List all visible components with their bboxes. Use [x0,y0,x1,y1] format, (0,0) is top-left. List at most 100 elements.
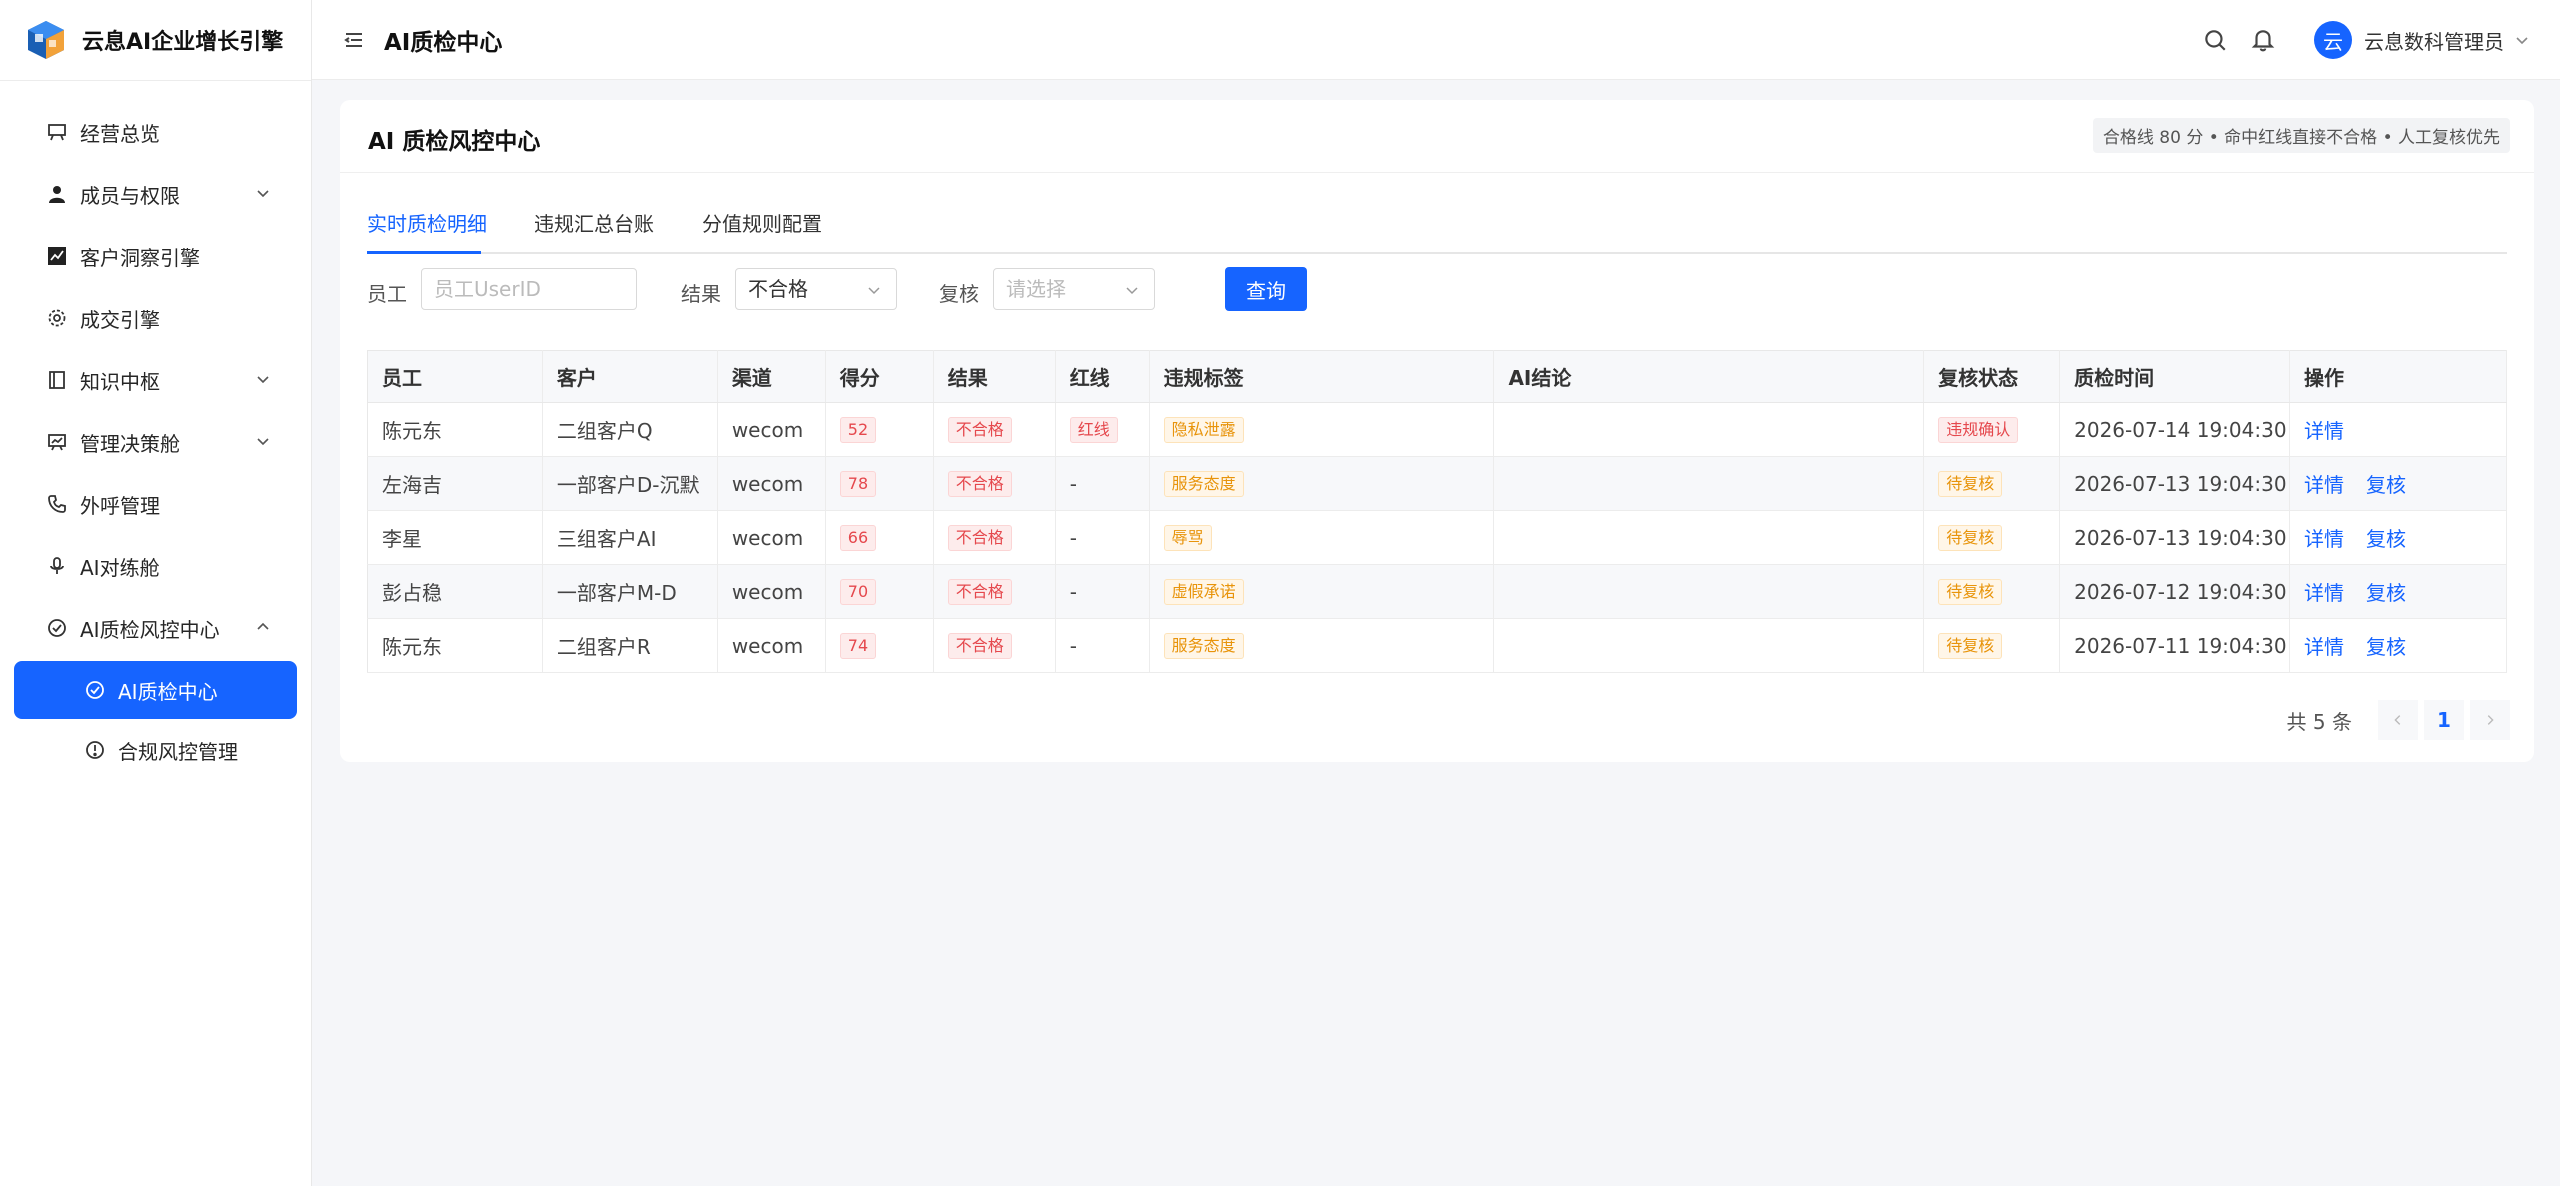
microphone-icon [46,555,68,577]
gear-icon [46,307,68,329]
header-actions: 云 云息数科管理员 [2180,0,2530,80]
cell-customer: 三组客户AI [542,510,718,565]
cell-result: 不合格 [933,564,1056,619]
detail-link[interactable]: 详情 [2304,419,2344,443]
cell-score: 74 [825,618,934,673]
detail-link[interactable]: 详情 [2304,635,2344,659]
cell-violation-tag: 服务态度 [1149,618,1495,673]
tab-violation-ledger[interactable]: 违规汇总台账 [534,208,654,237]
tab-score-rules[interactable]: 分值规则配置 [702,208,822,237]
column-header: 操作 [2289,350,2507,403]
cell-ai-conclusion [1493,402,1925,457]
cell-score: 78 [825,456,934,511]
review-select[interactable]: 请选择 [993,268,1155,310]
page-title: AI质检中心 [384,29,503,56]
column-header: 客户 [542,350,718,403]
sidebar-item-deal-engine[interactable]: 成交引擎 [0,287,311,349]
detail-link[interactable]: 详情 [2304,527,2344,551]
cell-score: 52 [825,402,934,457]
result-badge: 不合格 [947,633,1012,659]
column-header: 红线 [1055,350,1150,403]
chevron-down-icon [257,438,269,446]
chevron-down-icon [257,376,269,384]
user-name[interactable]: 云息数科管理员 [2364,26,2504,55]
table-header-row: 员工 客户 渠道 得分 结果 红线 违规标签 AI结论 复核状态 质检时间 操作 [367,350,2507,403]
review-link[interactable]: 复核 [2366,527,2406,551]
sidebar-item-overview[interactable]: 经营总览 [0,101,311,163]
trend-chart-icon [46,245,68,267]
chevron-down-icon [868,287,880,295]
cell-employee: 左海吉 [367,456,543,511]
chevron-down-icon [257,190,269,198]
next-page-button[interactable] [2470,700,2510,740]
page-number[interactable]: 1 [2424,700,2464,740]
tab-realtime-detail[interactable]: 实时质检明细 [367,208,487,237]
chevron-down-icon[interactable] [2514,32,2530,48]
detail-link[interactable]: 详情 [2304,473,2344,497]
query-button[interactable]: 查询 [1225,267,1307,311]
sidebar-item-outbound[interactable]: 外呼管理 [0,473,311,535]
result-badge: 不合格 [947,471,1012,497]
column-header: 结果 [933,350,1056,403]
column-header: 质检时间 [2059,350,2291,403]
sidebar-item-customer-insight[interactable]: 客户洞察引擎 [0,225,311,287]
search-icon[interactable] [2202,27,2228,53]
cell-channel: wecom [717,564,826,619]
sidebar-item-ai-practice[interactable]: AI对练舱 [0,535,311,597]
review-status-badge: 待复核 [1938,633,2003,659]
rule-note: 合格线 80 分 • 命中红线直接不合格 • 人工复核优先 [2092,118,2510,153]
sidebar: 云息AI企业增长引擎 经营总览 成员与权限 客户洞察引擎 成交引擎 知识中枢 管… [0,0,312,1186]
cell-review-status: 待复核 [1923,564,2061,619]
review-link[interactable]: 复核 [2366,581,2406,605]
sidebar-subitem-compliance[interactable]: 合规风控管理 [14,721,297,779]
cell-violation-tag: 隐私泄露 [1149,402,1495,457]
review-status-badge: 待复核 [1938,471,2003,497]
cell-channel: wecom [717,456,826,511]
column-header: 得分 [825,350,934,403]
cell-ai-conclusion [1493,510,1925,565]
cell-time: 2026-07-12 19:04:30 [2059,564,2291,619]
review-status-badge: 待复核 [1938,579,2003,605]
sidebar-item-label: 经营总览 [80,121,160,146]
sidebar-item-decision[interactable]: 管理决策舱 [0,411,311,473]
column-header: 渠道 [717,350,826,403]
violation-badge: 辱骂 [1163,525,1212,551]
table-row: 陈元东 二组客户Q wecom 52 不合格 红线 隐私泄露 违规确认 2026… [367,402,2507,457]
detail-link[interactable]: 详情 [2304,581,2344,605]
pagination: 共 5 条 1 [2287,700,2510,740]
table-row: 李星 三组客户AI wecom 66 不合格 - 辱骂 待复核 2026-07-… [367,510,2507,565]
cell-channel: wecom [717,618,826,673]
cell-review-status: 待复核 [1923,456,2061,511]
sidebar-item-members[interactable]: 成员与权限 [0,163,311,225]
cell-redline: - [1055,618,1150,673]
violation-badge: 服务态度 [1163,471,1244,497]
brand[interactable]: 云息AI企业增长引擎 [0,0,311,81]
cell-score: 66 [825,510,934,565]
review-link[interactable]: 复核 [2366,635,2406,659]
bell-icon[interactable] [2250,27,2276,53]
menu-fold-icon[interactable] [342,28,366,52]
redline-badge: 红线 [1069,417,1118,443]
avatar[interactable]: 云 [2314,21,2352,59]
review-link[interactable]: 复核 [2366,473,2406,497]
check-circle-icon [84,679,106,701]
sidebar-item-label: 成交引擎 [80,307,160,332]
employee-input[interactable]: 员工UserID [421,268,637,310]
score-badge: 78 [839,471,877,497]
cell-actions: 详情 复核 [2289,510,2507,565]
main-card: AI 质检风控中心 合格线 80 分 • 命中红线直接不合格 • 人工复核优先 … [340,100,2534,762]
sidebar-subitem-ai-qc-center[interactable]: AI质检中心 [14,661,297,719]
column-header: 违规标签 [1149,350,1495,403]
cell-employee: 彭占稳 [367,564,543,619]
result-select[interactable]: 不合格 [735,268,897,310]
review-status-badge: 违规确认 [1938,417,2019,443]
prev-page-button[interactable] [2378,700,2418,740]
qc-table: 员工 客户 渠道 得分 结果 红线 违规标签 AI结论 复核状态 质检时间 操作… [367,350,2507,673]
cell-channel: wecom [717,402,826,457]
sidebar-item-knowledge[interactable]: 知识中枢 [0,349,311,411]
cell-violation-tag: 辱骂 [1149,510,1495,565]
result-label: 结果 [681,282,721,306]
column-header: 员工 [367,350,543,403]
sidebar-item-ai-qc-risk[interactable]: AI质检风控中心 [0,597,311,659]
presentation-board-icon [46,121,68,143]
